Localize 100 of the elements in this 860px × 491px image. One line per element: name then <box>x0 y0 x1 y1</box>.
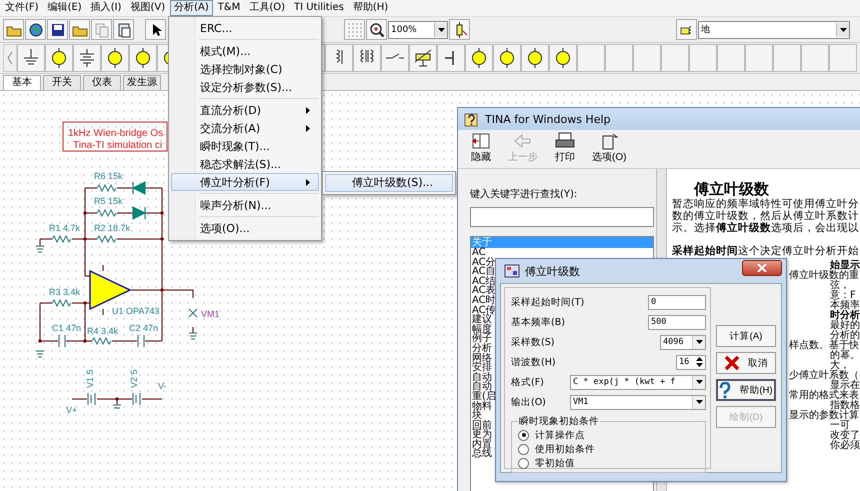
menu-option[interactable]: 傅立叶分析(F) <box>171 173 319 191</box>
help-text-line: 显示的参数计算 <box>789 411 859 421</box>
field-label: 谐波数(H) <box>511 356 556 368</box>
meter-icon[interactable] <box>101 44 129 72</box>
paste-icon[interactable] <box>113 19 134 40</box>
meter-icon[interactable] <box>549 44 577 72</box>
menu-item[interactable]: 编辑(E) <box>44 0 86 16</box>
dropdown-field[interactable]: C * exp(j * (kwt + f <box>570 374 706 390</box>
input-field[interactable]: 0 <box>648 294 706 310</box>
window-title: TINA for Windows Help <box>485 112 611 126</box>
help-text-line: 分析的 <box>830 331 860 341</box>
menu-option[interactable]: 选项(O)... <box>171 219 319 237</box>
switch-icon[interactable] <box>381 44 409 72</box>
help-text-line: 少傅立叶系数（ <box>789 371 859 381</box>
globe-icon[interactable] <box>25 19 46 40</box>
meter-icon[interactable] <box>45 44 73 72</box>
meter-icon[interactable] <box>521 44 549 72</box>
radio-button[interactable] <box>518 458 529 468</box>
help-text-line: 弦， <box>830 281 850 291</box>
dropdown-field[interactable]: VM1 <box>570 394 706 410</box>
menu-option[interactable]: 模式(M)... <box>171 42 319 60</box>
help-text-line: 本频率 <box>830 301 860 311</box>
help-text-line: 示。选择傅立叶级数选项后，会出现以 <box>672 222 860 234</box>
varistor-icon[interactable] <box>409 44 437 72</box>
menu-option[interactable]: 瞬时现象(T)... <box>171 137 319 155</box>
dialog-button[interactable]: 取消 <box>716 352 776 374</box>
zoom-combo[interactable]: 100% <box>388 20 448 38</box>
help-text-line: 你必须 <box>830 441 860 451</box>
dropdown-arrow-icon <box>840 28 846 32</box>
help-text-line: 数的傅立叶级数，然后从傅立叶系数计 <box>672 210 860 222</box>
menu-item[interactable]: 视图(V) <box>126 0 170 16</box>
coil-icon[interactable] <box>325 44 353 72</box>
menu-option[interactable]: 傅立叶级数(S)... <box>325 174 453 192</box>
component-label: V+ <box>66 405 78 415</box>
help-icon <box>464 111 480 127</box>
folder-icon[interactable] <box>3 19 24 40</box>
menu-option[interactable]: ERC... <box>171 19 319 37</box>
close-button[interactable] <box>742 260 782 276</box>
plate-icon[interactable] <box>437 44 465 72</box>
help-text-line: 的幂。 <box>830 351 860 361</box>
zoom-icon[interactable] <box>366 19 387 40</box>
radio-button[interactable] <box>518 444 529 454</box>
submenu-arrow-icon <box>306 178 310 186</box>
menu-item[interactable]: 分析(A) <box>170 0 213 16</box>
menu-item[interactable]: T&M <box>214 0 244 16</box>
menu-option[interactable]: 噪声分析(N)... <box>171 196 319 214</box>
menu-item[interactable]: 插入(I) <box>86 0 126 16</box>
input-field[interactable]: 500 <box>648 314 706 330</box>
dropdown-arrow-icon <box>438 28 444 32</box>
dropdown-arrow-icon <box>696 340 702 344</box>
radio-button[interactable] <box>518 430 529 440</box>
component-label: R1 4.7k <box>49 223 80 233</box>
group-title: 瞬时现象初始条件 <box>518 415 600 428</box>
field-label: 基本频率(B) <box>511 316 565 328</box>
component-tab[interactable]: 基本 <box>3 75 41 90</box>
ground-icon[interactable] <box>17 44 45 72</box>
hand-icon[interactable] <box>676 19 697 40</box>
menu-item[interactable]: 帮助(H) <box>348 0 392 16</box>
toolbar-button[interactable]: 打印 <box>550 132 580 164</box>
menu-option[interactable]: 设定分析参数(S)... <box>171 78 319 96</box>
folder-icon[interactable] <box>69 19 90 40</box>
component-label: R3 3.4k <box>49 287 80 297</box>
component-label: R6 15k <box>94 171 123 181</box>
component-tab[interactable]: 开关 <box>43 75 81 90</box>
help-text-line: 最好的 <box>830 321 860 331</box>
dialog-button[interactable]: 帮助(H) <box>716 379 776 401</box>
battery-icon[interactable] <box>73 44 101 72</box>
menu-option[interactable]: 选择控制对象(C) <box>171 60 319 78</box>
meter-icon[interactable] <box>129 44 157 72</box>
radio-label: 计算操作点 <box>535 428 585 442</box>
component-tab[interactable]: 发生源 <box>123 75 161 90</box>
cross-icon <box>724 355 740 371</box>
menu-item[interactable]: 文件(F) <box>1 0 43 16</box>
menu-option[interactable]: 交流分析(A) <box>171 119 319 137</box>
component-icon[interactable] <box>449 19 470 40</box>
menu-item[interactable]: TI Utilities <box>290 0 348 16</box>
toolbar-button[interactable]: 选项(O) <box>588 132 630 164</box>
menu-option[interactable]: 直流分析(D) <box>171 101 319 119</box>
layer-combo[interactable]: 地 <box>698 20 850 38</box>
dialog-button[interactable]: 计算(A) <box>716 325 776 347</box>
dropdown-field[interactable]: 4096 <box>660 334 706 350</box>
help-text-line: 大， <box>830 361 850 371</box>
transformer-icon[interactable] <box>353 44 381 72</box>
menu-item[interactable]: 工具(O) <box>245 0 289 16</box>
spin-field[interactable]: 16 <box>676 354 706 370</box>
app-icon <box>504 264 520 278</box>
search-field[interactable] <box>470 207 654 227</box>
topic-item[interactable]: AC <box>471 248 653 258</box>
toolbar-button[interactable]: 隐藏 <box>466 132 496 164</box>
meter-icon[interactable] <box>465 44 493 72</box>
pointer-icon[interactable] <box>145 19 166 40</box>
help-text-line: 时分析 <box>830 311 860 321</box>
help-text-line: 一可 <box>830 421 850 431</box>
component-tab[interactable]: 仪表 <box>83 75 121 90</box>
menu-option[interactable]: 稳态求解法(S)... <box>171 155 319 173</box>
field-label: 格式(F) <box>511 376 544 388</box>
help-text-line: 采样起始时间这个决定傅立叶分析开始 <box>672 245 860 257</box>
meter-icon[interactable] <box>493 44 521 72</box>
topic-title: 傅立叶级数 <box>692 180 770 198</box>
component-label: U1 OPA743 <box>112 306 160 316</box>
